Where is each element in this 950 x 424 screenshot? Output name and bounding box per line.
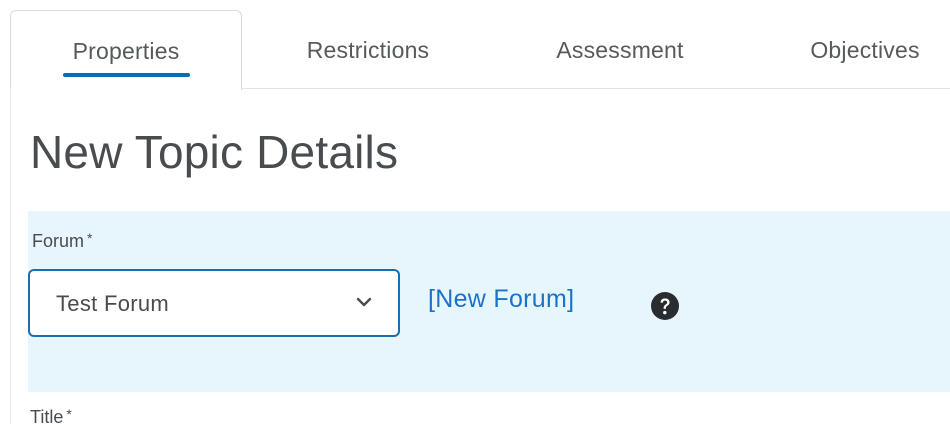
content-border (10, 88, 11, 424)
forum-section: Forum * Test Forum [New Forum] (28, 211, 950, 392)
forum-select-value: Test Forum (56, 291, 170, 316)
tab-label: Assessment (556, 37, 684, 63)
tab-assessment[interactable]: Assessment (494, 10, 746, 89)
tab-objectives[interactable]: Objectives (746, 10, 950, 89)
tab-properties[interactable]: Properties (10, 10, 242, 90)
active-tab-indicator (63, 73, 190, 77)
tab-label: Objectives (810, 37, 920, 63)
question-circle-icon[interactable] (650, 291, 680, 321)
page-title: New Topic Details (30, 126, 399, 178)
required-marker: * (87, 230, 93, 246)
tab-restrictions[interactable]: Restrictions (242, 10, 494, 89)
tab-strip: Properties Restrictions Assessment Objec… (0, 0, 950, 90)
page: Properties Restrictions Assessment Objec… (0, 0, 950, 424)
title-label-text: Title (30, 407, 64, 424)
new-forum-link[interactable]: [New Forum] (428, 285, 574, 314)
title-label: Title * (30, 406, 72, 424)
forum-select[interactable]: Test Forum (28, 269, 400, 337)
forum-label-text: Forum (32, 231, 85, 251)
tab-label: Properties (72, 38, 180, 64)
chevron-down-icon (356, 297, 372, 307)
tab-label: Restrictions (306, 37, 430, 63)
forum-label: Forum * (32, 230, 92, 252)
required-marker: * (66, 406, 72, 422)
